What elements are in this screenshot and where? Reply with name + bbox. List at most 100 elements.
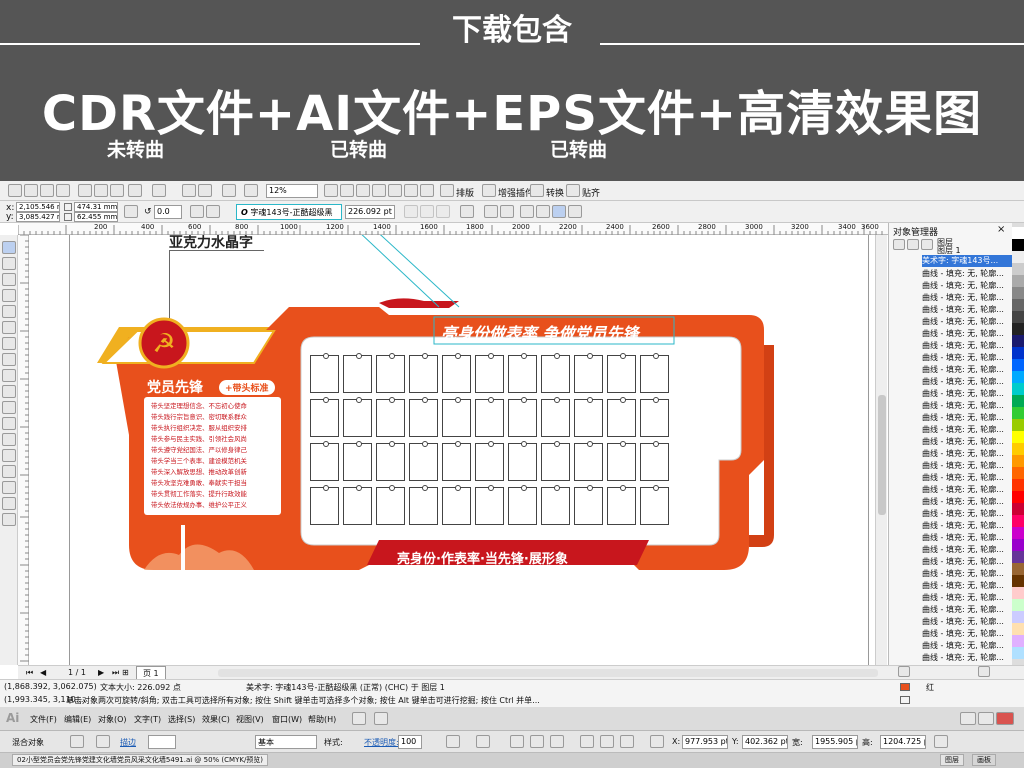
opacity-label[interactable]: 不透明度: — [364, 737, 399, 748]
menu-effect[interactable]: 效果(C) — [202, 714, 230, 725]
object-row[interactable]: 曲线 - 填充: 无, 轮廓... — [922, 424, 1014, 436]
manager-edit-icon[interactable] — [921, 239, 933, 250]
palette-swatch[interactable] — [1012, 227, 1024, 239]
cut-icon[interactable] — [78, 184, 92, 197]
object-row[interactable]: 曲线 - 填充: 无, 轮廓... — [922, 328, 1014, 340]
palette-swatch[interactable] — [1012, 299, 1024, 311]
welcome-icon[interactable] — [244, 184, 258, 197]
vertical-text-icon[interactable] — [568, 205, 582, 218]
object-row[interactable]: 曲线 - 填充: 无, 轮廓... — [922, 616, 1014, 628]
palette-swatch[interactable] — [1012, 527, 1024, 539]
minimize-icon[interactable] — [960, 712, 976, 725]
palette-swatch[interactable] — [1012, 647, 1024, 659]
object-row[interactable]: 曲线 - 填充: 无, 轮廓... — [922, 364, 1014, 376]
snap-icon[interactable] — [566, 184, 580, 197]
menu-help[interactable]: 帮助(H) — [308, 714, 336, 725]
ellipse-tool-icon[interactable] — [2, 353, 16, 366]
ai-x-field[interactable]: 977.953 pt — [682, 735, 728, 749]
paste-icon[interactable] — [110, 184, 124, 197]
align-bottom-icon[interactable] — [620, 735, 634, 748]
plugin-icon[interactable] — [482, 184, 496, 197]
document-tab[interactable]: 02小型党员会党先锋党建文化墙党员风采文化墙5491.ai @ 50% (CMY… — [12, 754, 269, 766]
brush-basic-select[interactable]: 基本 — [255, 735, 317, 749]
menu-select[interactable]: 选择(S) — [168, 714, 195, 725]
menu-file[interactable]: 文件(F) — [30, 714, 57, 725]
dimension-tool-icon[interactable] — [2, 433, 16, 446]
dropcap-icon[interactable] — [500, 205, 514, 218]
palette-swatch[interactable] — [1012, 455, 1024, 467]
align-left-icon[interactable] — [510, 735, 524, 748]
palette-swatch[interactable] — [1012, 263, 1024, 275]
palette-swatch[interactable] — [1012, 335, 1024, 347]
open-icon[interactable] — [24, 184, 38, 197]
object-row[interactable]: 曲线 - 填充: 无, 轮廓... — [922, 412, 1014, 424]
edit-text-icon[interactable] — [536, 205, 550, 218]
ai-y-field[interactable]: 402.362 pt — [742, 735, 788, 749]
object-row[interactable]: 曲线 - 填充: 无, 轮廓... — [922, 604, 1014, 616]
fill-tool-icon[interactable] — [2, 497, 16, 510]
import-icon[interactable] — [182, 184, 196, 197]
palette-swatch[interactable] — [1012, 443, 1024, 455]
menu-edit[interactable]: 编辑(E) — [64, 714, 91, 725]
design-title[interactable]: 亮身份做表率 争做党员先锋 — [441, 320, 639, 344]
zoom-width-icon[interactable] — [404, 184, 418, 197]
palette-swatch[interactable] — [1012, 599, 1024, 611]
layout-icon[interactable] — [440, 184, 454, 197]
object-row[interactable]: 曲线 - 填充: 无, 轮廓... — [922, 544, 1014, 556]
object-row[interactable]: 曲线 - 填充: 无, 轮廓... — [922, 280, 1014, 292]
smart-fill-icon[interactable] — [2, 321, 16, 334]
palette-swatch[interactable] — [1012, 503, 1024, 515]
crop-tool-icon[interactable] — [2, 273, 16, 286]
object-row[interactable]: 曲线 - 填充: 无, 轮廓... — [922, 568, 1014, 580]
zoom-height-icon[interactable] — [420, 184, 434, 197]
convert-icon[interactable] — [530, 184, 544, 197]
arrange-icon[interactable] — [374, 712, 388, 725]
object-row[interactable]: 曲线 - 填充: 无, 轮廓... — [922, 628, 1014, 640]
object-row[interactable]: 曲线 - 填充: 无, 轮廓... — [922, 472, 1014, 484]
interactive-fill-icon[interactable] — [2, 513, 16, 526]
palette-swatch[interactable] — [1012, 419, 1024, 431]
object-row[interactable]: 曲线 - 填充: 无, 轮廓... — [922, 292, 1014, 304]
close-icon[interactable]: × — [997, 224, 1005, 235]
bridge-icon[interactable] — [352, 712, 366, 725]
bullet-icon[interactable] — [484, 205, 498, 218]
canvas-hscroll[interactable] — [218, 669, 878, 677]
object-row[interactable]: 曲线 - 填充: 无, 轮廓... — [922, 484, 1014, 496]
palette-swatch[interactable] — [1012, 275, 1024, 287]
convert-label[interactable]: 转换 — [546, 186, 564, 199]
connector-tool-icon[interactable] — [2, 449, 16, 462]
palette-swatch[interactable] — [1012, 371, 1024, 383]
app-launcher-icon[interactable] — [222, 184, 236, 197]
horizontal-text-icon[interactable] — [552, 205, 566, 218]
italic-icon[interactable] — [420, 205, 434, 218]
palette-swatch[interactable] — [1012, 515, 1024, 527]
object-row[interactable]: 曲线 - 填充: 无, 轮廓... — [922, 400, 1014, 412]
palette-swatch[interactable] — [1012, 611, 1024, 623]
artboards-panel-tab[interactable]: 画板 — [972, 754, 996, 766]
object-row[interactable]: 曲线 - 填充: 无, 轮廓... — [922, 304, 1014, 316]
palette-swatch[interactable] — [1012, 491, 1024, 503]
object-row[interactable]: 曲线 - 填充: 无, 轮廓... — [922, 496, 1014, 508]
layout-label[interactable]: 排版 — [456, 186, 474, 199]
palette-swatch[interactable] — [1012, 467, 1024, 479]
new-layer-icon[interactable] — [898, 666, 910, 677]
lock-ratio-icon[interactable] — [124, 205, 138, 218]
text-tool-icon[interactable] — [2, 401, 16, 414]
menu-object[interactable]: 对象(O) — [98, 714, 127, 725]
object-row[interactable]: 曲线 - 填充: 无, 轮廓... — [922, 580, 1014, 592]
link-wh-icon[interactable] — [934, 735, 948, 748]
shape-tool-icon[interactable] — [2, 257, 16, 270]
palette-swatch[interactable] — [1012, 407, 1024, 419]
mirror-h-icon[interactable] — [190, 205, 204, 218]
zoom-level-select[interactable]: 12% — [266, 184, 318, 198]
stroke-weight-field[interactable] — [148, 735, 176, 749]
palette-swatch[interactable] — [1012, 623, 1024, 635]
save-icon[interactable] — [40, 184, 54, 197]
zoom-page-icon[interactable] — [388, 184, 402, 197]
object-row[interactable]: 曲线 - 填充: 无, 轮廓... — [922, 556, 1014, 568]
object-row[interactable]: 曲线 - 填充: 无, 轮廓... — [922, 340, 1014, 352]
pick-tool-icon[interactable] — [2, 241, 16, 254]
eyedropper-tool-icon[interactable] — [2, 465, 16, 478]
x-position-field[interactable]: 2,105.546 mm — [16, 202, 60, 212]
new-icon[interactable] — [8, 184, 22, 197]
